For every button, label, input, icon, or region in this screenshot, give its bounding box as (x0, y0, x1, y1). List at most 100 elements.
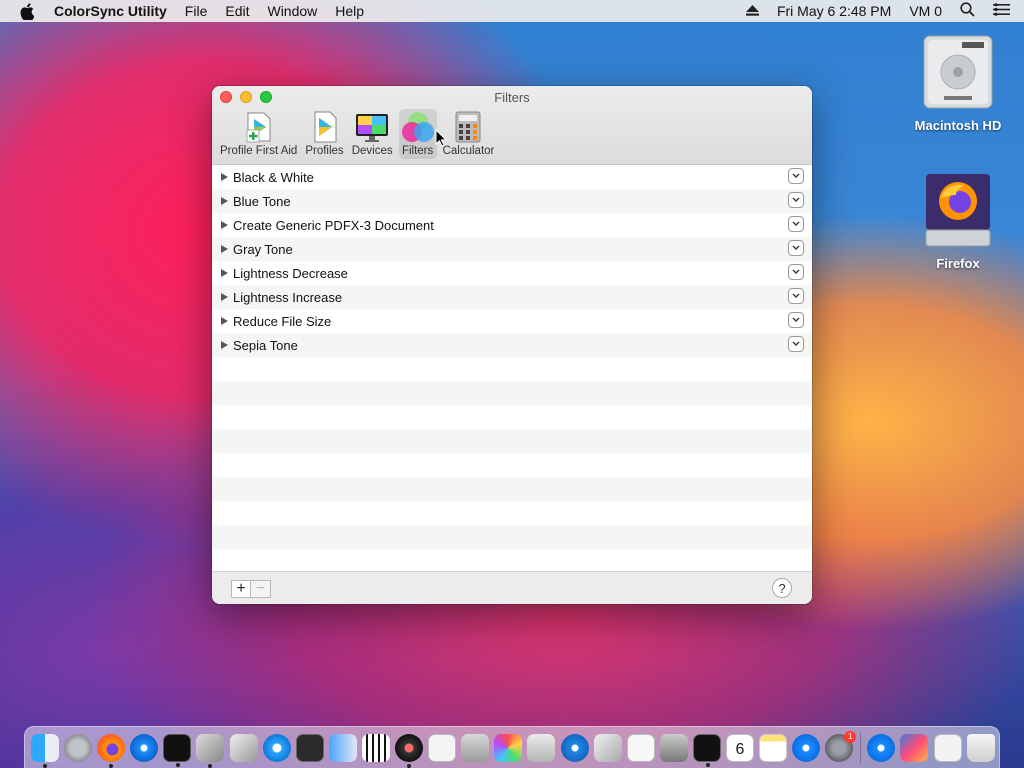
filter-row[interactable]: Sepia Tone (212, 333, 812, 357)
app-store-folder-icon[interactable] (867, 733, 896, 762)
toolbar-filters[interactable]: Filters (398, 109, 437, 159)
chevron-down-icon (792, 221, 800, 226)
filter-name: Blue Tone (233, 193, 291, 209)
filter-row[interactable]: Reduce File Size (212, 309, 812, 333)
toolbar-calculator[interactable]: Calculator (441, 109, 497, 159)
apple-menu-icon[interactable] (18, 2, 36, 20)
eject-icon[interactable] (745, 3, 759, 19)
wifi-utility-icon[interactable] (262, 733, 291, 762)
notes-icon[interactable] (759, 733, 788, 762)
filter-options-popup[interactable] (788, 336, 804, 352)
menu-window[interactable]: Window (267, 3, 317, 19)
filter-row[interactable]: Lightness Increase (212, 285, 812, 309)
toolbar-label: Calculator (442, 145, 495, 157)
chevron-down-icon (792, 317, 800, 322)
disclosure-triangle-icon[interactable] (221, 269, 228, 277)
disclosure-triangle-icon[interactable] (221, 317, 228, 325)
filter-options-popup[interactable] (788, 312, 804, 328)
add-filter-button[interactable]: + (231, 580, 251, 598)
menu-edit[interactable]: Edit (225, 3, 249, 19)
filter-name: Black & White (233, 169, 314, 185)
desktop-icon-macintosh-hd[interactable]: Macintosh HD (903, 32, 1013, 133)
desktop-icon-label: Macintosh HD (914, 118, 1002, 133)
image-capture-icon[interactable] (659, 733, 688, 762)
disclosure-triangle-icon[interactable] (221, 293, 228, 301)
disclosure-triangle-icon[interactable] (221, 245, 228, 253)
filter-name: Create Generic PDFX-3 Document (233, 217, 434, 233)
user-menu[interactable]: VM 0 (909, 3, 942, 19)
filter-options-popup[interactable] (788, 168, 804, 184)
disclosure-triangle-icon[interactable] (221, 173, 228, 181)
disclosure-triangle-icon[interactable] (221, 197, 228, 205)
filter-options-popup[interactable] (788, 240, 804, 256)
filter-name: Lightness Decrease (233, 265, 348, 281)
chevron-down-icon (792, 341, 800, 346)
safari-icon[interactable] (130, 733, 159, 762)
filter-options-popup[interactable] (788, 216, 804, 232)
midi-setup-icon[interactable] (361, 733, 390, 762)
toolbar-devices[interactable]: Devices (350, 109, 395, 159)
toolbar-profiles[interactable]: Profiles (303, 109, 345, 159)
disk-utility-icon[interactable] (461, 733, 490, 762)
activity-monitor-icon[interactable] (163, 733, 192, 767)
macos-installer-icon[interactable] (900, 733, 929, 762)
disclosure-triangle-icon[interactable] (221, 221, 228, 229)
desktop-icon-firefox[interactable]: Firefox (903, 170, 1013, 271)
calendar-day: 6 (735, 740, 745, 758)
disclosure-triangle-icon[interactable] (221, 341, 228, 349)
filter-name: Gray Tone (233, 241, 293, 257)
filter-row[interactable]: Lightness Decrease (212, 261, 812, 285)
window-title: Filters (494, 90, 530, 105)
spotlight-search-icon[interactable] (960, 2, 975, 20)
filter-options-popup[interactable] (788, 192, 804, 208)
app-name-menu[interactable]: ColorSync Utility (54, 3, 167, 19)
empty-row (212, 501, 812, 525)
trash-icon[interactable] (966, 733, 995, 762)
menu-help[interactable]: Help (335, 3, 364, 19)
filter-row[interactable]: Create Generic PDFX-3 Document (212, 213, 812, 237)
migration-assistant-icon[interactable] (328, 733, 357, 762)
system-information-icon[interactable] (196, 733, 225, 768)
menu-bar: ColorSync Utility File Edit Window Help … (0, 0, 1024, 22)
console-icon[interactable] (295, 733, 324, 762)
toolbar-profile-first-aid[interactable]: Profile First Aid (218, 109, 299, 159)
toolbar: Profile First Aid Profiles Devices Filte… (218, 109, 500, 159)
calendar-icon[interactable]: 6 (725, 733, 754, 762)
empty-row (212, 525, 812, 549)
bluetooth-icon[interactable] (560, 733, 589, 762)
filter-row[interactable]: Blue Tone (212, 189, 812, 213)
audio-midi-icon[interactable] (593, 733, 622, 762)
filter-row[interactable]: Gray Tone (212, 237, 812, 261)
printer-icon[interactable] (527, 733, 556, 762)
utilities-tools-icon[interactable] (229, 733, 258, 762)
help-button[interactable]: ? (772, 578, 792, 598)
script-editor-icon[interactable] (626, 733, 655, 762)
window-titlebar[interactable]: Filters Profile First Aid Profiles Devic… (212, 86, 812, 165)
remove-filter-button[interactable]: − (251, 580, 271, 598)
filter-name: Reduce File Size (233, 313, 332, 329)
terminal-icon[interactable] (692, 733, 721, 767)
empty-row (212, 453, 812, 477)
finder-icon[interactable] (31, 733, 59, 768)
filter-options-popup[interactable] (788, 288, 804, 304)
screenshot-icon[interactable] (428, 733, 457, 762)
launchpad-icon[interactable] (64, 733, 93, 762)
clock[interactable]: Fri May 6 2:48 PM (777, 3, 891, 19)
colorsync-window: Filters Profile First Aid Profiles Devic… (212, 86, 812, 604)
profile-first-aid-icon (242, 111, 276, 143)
dock-separator (860, 732, 862, 763)
colorsync-icon[interactable] (494, 733, 523, 762)
firefox-icon[interactable] (97, 733, 126, 768)
desktop-icon-label: Firefox (936, 256, 980, 271)
system-preferences-icon[interactable]: 1 (825, 730, 857, 762)
filter-row[interactable]: Black & White (212, 165, 812, 189)
app-store-icon[interactable] (792, 733, 821, 762)
empty-row (212, 405, 812, 429)
empty-row (212, 381, 812, 405)
chevron-down-icon (792, 245, 800, 250)
menu-file[interactable]: File (185, 3, 208, 19)
filter-options-popup[interactable] (788, 264, 804, 280)
downloads-folder-icon[interactable] (933, 733, 962, 762)
control-center-icon[interactable] (993, 3, 1010, 19)
colorsync-utility-icon[interactable] (395, 733, 424, 768)
